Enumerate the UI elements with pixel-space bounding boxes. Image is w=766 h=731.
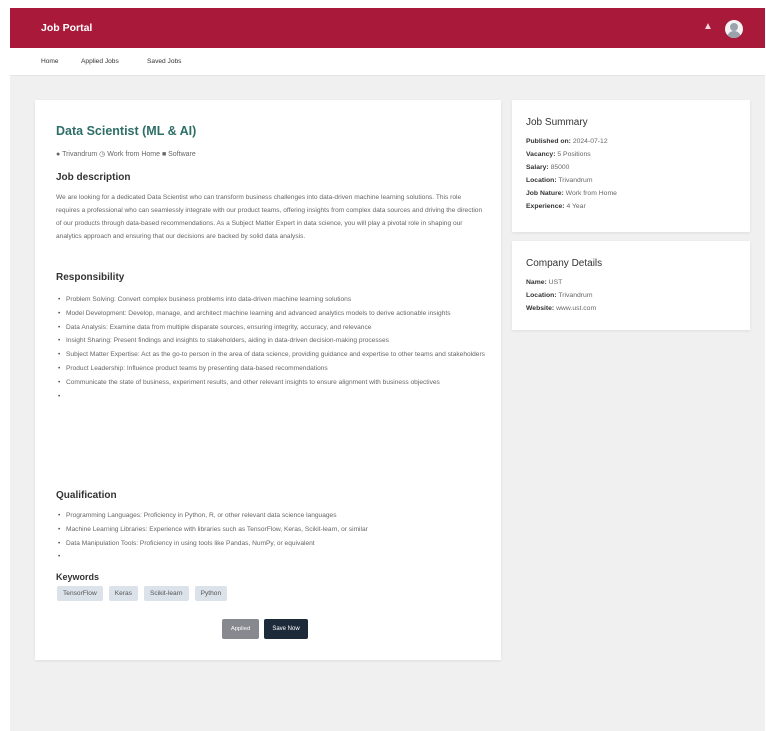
bell-icon[interactable]: ▲: [703, 21, 713, 32]
keyword-tag[interactable]: Scikit-learn: [143, 586, 189, 601]
responsibility-list: Problem Solving: Convert complex busines…: [56, 293, 486, 403]
description-heading: Job description: [56, 172, 131, 183]
job-location: Trivandrum: [62, 151, 98, 158]
list-item: Product Leadership: Influence product te…: [56, 362, 486, 376]
job-nature-row: Job Nature: Work from Home: [526, 190, 617, 197]
job-summary-card: Job Summary Published on: 2024-07-12 Vac…: [512, 100, 750, 232]
keywords-heading: Keywords: [56, 572, 100, 582]
list-item: Data Analysis: Examine data from multipl…: [56, 321, 486, 335]
applied-button[interactable]: Applied: [222, 619, 259, 639]
clock-icon: ◷: [99, 151, 106, 158]
qualification-heading: Qualification: [56, 490, 117, 501]
list-item: Model Development: Develop, manage, and …: [56, 307, 486, 321]
avatar-shoulders: [727, 31, 741, 38]
nav-home[interactable]: Home: [41, 58, 59, 65]
list-item: Insight Sharing: Present findings and in…: [56, 334, 486, 348]
job-title: Data Scientist (ML & AI): [56, 124, 197, 138]
nav-applied-jobs[interactable]: Applied Jobs: [81, 58, 119, 65]
save-now-button[interactable]: Save Now: [264, 619, 308, 639]
salary-row: Salary: 85000: [526, 164, 570, 171]
vacancy-row: Vacancy: 5 Positions: [526, 151, 591, 158]
responsibility-heading: Responsibility: [56, 272, 125, 283]
list-item: Data Manipulation Tools: Proficiency in …: [56, 537, 486, 551]
company-website-row: Website: www.ust.com: [526, 305, 597, 312]
map-pin-icon: ●: [56, 151, 61, 158]
company-location-row: Location: Trivandrum: [526, 292, 593, 299]
app-frame: Job Portal ▲ Home Applied Jobs Saved Job…: [10, 8, 765, 731]
list-item: [56, 390, 486, 404]
user-avatar[interactable]: [725, 20, 743, 38]
location-row: Location: Trivandrum: [526, 177, 593, 184]
list-item: Problem Solving: Convert complex busines…: [56, 293, 486, 307]
keyword-tags: TensorFlow Keras Scikit-learn Python: [57, 586, 228, 601]
sub-navigation: Home Applied Jobs Saved Jobs: [10, 48, 765, 76]
avatar-head: [730, 23, 738, 31]
list-item: Programming Languages: Proficiency in Py…: [56, 509, 486, 523]
list-item: Communicate the state of business, exper…: [56, 376, 486, 390]
job-meta: ● Trivandrum ◷ Work from Home ■ Software: [56, 150, 196, 158]
keyword-tag[interactable]: TensorFlow: [57, 586, 103, 601]
briefcase-icon: ■: [161, 151, 167, 158]
top-bar: Job Portal ▲: [10, 8, 765, 48]
list-item: [56, 550, 486, 564]
job-description: We are looking for a dedicated Data Scie…: [56, 194, 483, 240]
keyword-tag[interactable]: Keras: [108, 586, 138, 601]
company-website-link[interactable]: www.ust.com: [556, 305, 596, 312]
keyword-tag[interactable]: Python: [194, 586, 228, 601]
job-category: Software: [168, 151, 196, 158]
list-item: Subject Matter Expertise: Act as the go-…: [56, 348, 486, 362]
published-row: Published on: 2024-07-12: [526, 138, 608, 145]
nav-saved-jobs[interactable]: Saved Jobs: [147, 58, 181, 65]
job-summary-title: Job Summary: [526, 117, 588, 128]
company-name-row: Name: UST: [526, 279, 563, 286]
qualification-list: Programming Languages: Proficiency in Py…: [56, 509, 486, 564]
job-work-mode: Work from Home: [107, 151, 160, 158]
list-item: Machine Learning Libraries: Experience w…: [56, 523, 486, 537]
experience-row: Experience: 4 Year: [526, 203, 586, 210]
company-details-title: Company Details: [526, 258, 603, 269]
job-detail-card: Data Scientist (ML & AI) ● Trivandrum ◷ …: [35, 100, 501, 660]
company-details-card: Company Details Name: UST Location: Triv…: [512, 241, 750, 330]
brand-logo[interactable]: Job Portal: [41, 22, 92, 34]
